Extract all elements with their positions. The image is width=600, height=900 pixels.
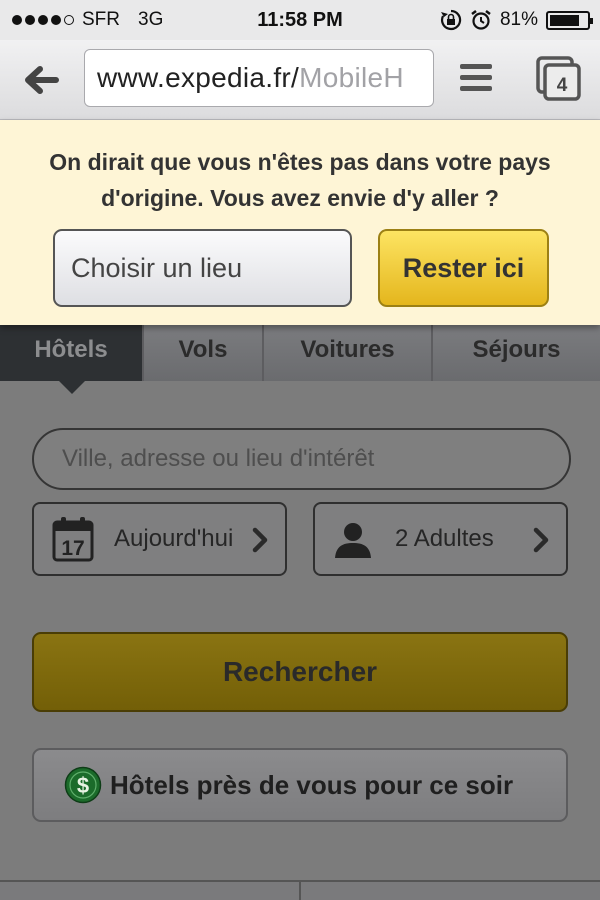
battery-fill <box>550 14 580 26</box>
product-tabs: Hôtels Vols Voitures Séjours <box>0 325 600 394</box>
banner-message: On dirait que vous n'êtes pas dans votre… <box>49 149 551 211</box>
url-path: MobileH <box>299 62 404 93</box>
back-arrow-icon[interactable] <box>20 60 60 100</box>
alarm-icon <box>471 10 491 30</box>
stay-here-button[interactable]: Rester ici <box>378 229 549 307</box>
choose-location-button[interactable]: Choisir un lieu <box>53 229 352 307</box>
calendar-day: 17 <box>61 537 84 560</box>
tab-packages[interactable]: Séjours <box>433 325 600 381</box>
hotels-tonight-button[interactable]: $ Hôtels près de vous pour ce soir <box>32 748 568 822</box>
hotels-tonight-label: Hôtels près de vous pour ce soir <box>110 770 514 800</box>
tab-flights[interactable]: Vols <box>144 325 264 381</box>
browser-toolbar: www.expedia.fr/MobileH 4 <box>0 40 600 120</box>
menu-icon[interactable] <box>460 64 492 94</box>
date-label: Aujourd'hui <box>114 525 234 552</box>
date-picker[interactable]: 17 Aujourd'hui <box>32 502 287 576</box>
url-host: www.expedia.fr/ <box>97 62 300 93</box>
person-icon <box>335 523 371 558</box>
dollar-icon: $ <box>64 766 102 804</box>
dollar-symbol: $ <box>77 773 89 798</box>
tabs-icon[interactable]: 4 <box>536 56 582 102</box>
tab-hotels[interactable]: Hôtels <box>0 325 144 394</box>
guests-picker[interactable]: 2 Adultes <box>313 502 568 576</box>
battery-percent: 81% <box>499 9 538 30</box>
location-banner: On dirait que vous n'êtes pas dans votre… <box>0 120 600 325</box>
orientation-lock-icon <box>440 9 462 31</box>
search-button[interactable]: Rechercher <box>32 632 568 712</box>
bottom-panel-right[interactable] <box>301 882 600 900</box>
destination-input[interactable]: Ville, adresse ou lieu d'intérêt <box>32 428 571 490</box>
chevron-right-icon <box>533 527 549 553</box>
bottom-panel-left[interactable] <box>0 882 301 900</box>
tab-cars[interactable]: Voitures <box>264 325 433 381</box>
calendar-icon: 17 <box>52 517 94 562</box>
status-bar: SFR 3G 11:58 PM 81% <box>0 0 600 40</box>
status-right: 81% <box>440 0 593 40</box>
guests-label: 2 Adultes <box>395 525 494 552</box>
url-field[interactable]: www.expedia.fr/MobileH <box>84 49 434 107</box>
tab-count: 4 <box>557 75 568 96</box>
battery-icon <box>546 10 593 30</box>
chevron-right-icon <box>252 527 268 553</box>
bottom-panel <box>0 880 600 900</box>
